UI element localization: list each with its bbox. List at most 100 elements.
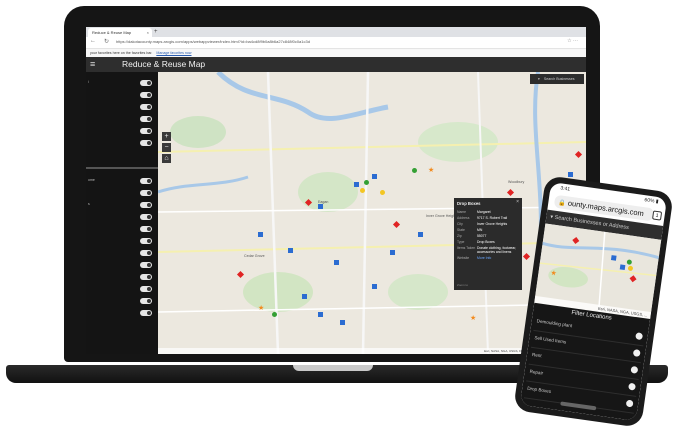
browser-tab[interactable]: Reduce & Reuse Map × (88, 28, 152, 37)
repair-marker[interactable] (372, 174, 377, 179)
toggle-switch[interactable] (140, 202, 152, 208)
sidebar-row[interactable] (86, 308, 158, 318)
close-icon[interactable]: × (516, 199, 519, 205)
sidebar-row[interactable] (86, 90, 158, 100)
toggle-switch[interactable] (140, 250, 152, 256)
sidebar-row[interactable]: s (86, 200, 158, 210)
sidebar-row[interactable] (86, 272, 158, 282)
repair-marker[interactable] (302, 294, 307, 299)
sidebar-row[interactable] (86, 188, 158, 198)
laptop-notch (293, 365, 373, 371)
more-info-link[interactable]: More Info (477, 256, 519, 260)
zoom-in-button[interactable]: + (162, 132, 171, 141)
sell-used-marker[interactable] (360, 188, 365, 193)
popup-field: Website More Info (457, 256, 519, 260)
app-header: ≡ Reduce & Reuse Map (86, 57, 586, 72)
popup-field: State MN (457, 228, 483, 232)
sidebar-row[interactable]: ome (86, 176, 158, 186)
sidebar-row[interactable] (86, 114, 158, 124)
search-placeholder: Search Businesses (543, 77, 575, 81)
sidebar-row[interactable] (86, 102, 158, 112)
repair-marker[interactable] (372, 284, 377, 289)
star-marker[interactable]: ★ (550, 270, 557, 278)
toggle-switch[interactable] (140, 128, 152, 134)
laptop-screen: Reduce & Reuse Map × + ← ↻ https://dakot… (86, 27, 586, 354)
repair-marker[interactable] (258, 232, 263, 237)
repair-marker[interactable] (610, 255, 617, 261)
sell-used-marker[interactable] (380, 190, 385, 195)
repair-marker[interactable] (568, 172, 573, 177)
sidebar-row[interactable] (86, 260, 158, 270)
repair-marker[interactable] (619, 264, 626, 271)
home-button[interactable]: ⌂ (162, 154, 171, 163)
zoom-out-button[interactable]: − (162, 143, 171, 152)
address-bar: ← ↻ https://dakotacounty.maps.arcgis.com… (86, 37, 586, 49)
map-search-box[interactable]: ▾ Search Businesses (530, 74, 584, 84)
url-field[interactable]: https://dakotacounty.maps.arcgis.com/app… (116, 39, 310, 44)
zoom-to-link[interactable]: Zoom to (457, 283, 468, 287)
repair-marker[interactable] (288, 248, 293, 253)
repair-marker[interactable] (340, 320, 345, 325)
repair-marker[interactable] (318, 204, 323, 209)
sidebar-row[interactable] (86, 224, 158, 234)
repair-marker[interactable] (418, 232, 423, 237)
rent-marker[interactable] (412, 168, 417, 173)
toggle-switch[interactable] (140, 238, 152, 244)
close-tab-icon[interactable]: × (147, 28, 149, 37)
sidebar-row[interactable] (86, 212, 158, 222)
battery-icon: 60% ▮ (644, 197, 659, 206)
toggle-switch[interactable] (140, 262, 152, 268)
sidebar-row[interactable] (86, 126, 158, 136)
sidebar-row[interactable] (86, 248, 158, 258)
favorites-text: your favorites here on the favorites bar… (90, 51, 153, 55)
map-label: Cedar Grove (244, 254, 265, 258)
toggle-switch[interactable] (140, 226, 152, 232)
manage-favorites-link[interactable]: Manage favorites now (156, 51, 191, 55)
repair-marker[interactable] (390, 250, 395, 255)
star-marker[interactable]: ★ (428, 167, 434, 174)
sidebar-row[interactable] (86, 138, 158, 148)
repair-marker[interactable] (354, 182, 359, 187)
refresh-icon[interactable]: ↻ (104, 38, 109, 45)
sidebar-divider (86, 167, 158, 169)
toggle-switch[interactable] (140, 92, 152, 98)
new-tab-icon[interactable]: + (154, 27, 158, 37)
toggle-switch[interactable] (140, 140, 152, 146)
filter-panel: Filter Locations Demoulding plant Sell U… (519, 302, 651, 422)
star-marker[interactable]: ★ (470, 315, 476, 322)
menu-icon[interactable]: ≡ (90, 59, 95, 69)
toggle-switch[interactable] (140, 214, 152, 220)
toggle-switch[interactable] (140, 116, 152, 122)
sidebar-row[interactable]: i (86, 78, 158, 88)
toggle-switch[interactable] (140, 298, 152, 304)
sidebar-row[interactable] (86, 236, 158, 246)
toggle-switch[interactable] (630, 365, 639, 374)
sidebar-row[interactable] (86, 296, 158, 306)
back-icon[interactable]: ← (90, 38, 96, 44)
toggle-switch[interactable] (635, 332, 644, 341)
repair-marker[interactable] (318, 312, 323, 317)
repair-marker[interactable] (334, 260, 339, 265)
toggle-switch[interactable] (140, 286, 152, 292)
browser-tab-bar: Reduce & Reuse Map × + (86, 27, 586, 37)
toggle-switch[interactable] (140, 80, 152, 86)
toggle-switch[interactable] (140, 310, 152, 316)
popup-fields: Name Margaret Address 9717 S. Robert Trail… (457, 210, 519, 262)
toggle-switch[interactable] (625, 399, 634, 408)
toggle-switch[interactable] (632, 349, 641, 357)
favorites-bar: your favorites here on the favorites bar… (86, 49, 586, 57)
sidebar-row[interactable] (86, 284, 158, 294)
toggle-switch[interactable] (628, 382, 636, 391)
favorite-star-icon[interactable]: ☆ ⋯ (567, 38, 578, 44)
rent-marker[interactable] (364, 180, 369, 185)
popup-field: Address 9717 S. Robert Trail (457, 216, 508, 220)
dropdown-icon[interactable]: ▾ (538, 77, 540, 81)
toggle-switch[interactable] (140, 274, 152, 280)
tabs-icon[interactable]: 1 (652, 210, 663, 221)
info-popup: Drop Boxes × Name Margaret Address 9717 S.… (454, 198, 522, 290)
toggle-switch[interactable] (140, 104, 152, 110)
toggle-switch[interactable] (140, 178, 152, 184)
rent-marker[interactable] (272, 312, 277, 317)
toggle-switch[interactable] (140, 190, 152, 196)
star-marker[interactable]: ★ (258, 305, 264, 312)
